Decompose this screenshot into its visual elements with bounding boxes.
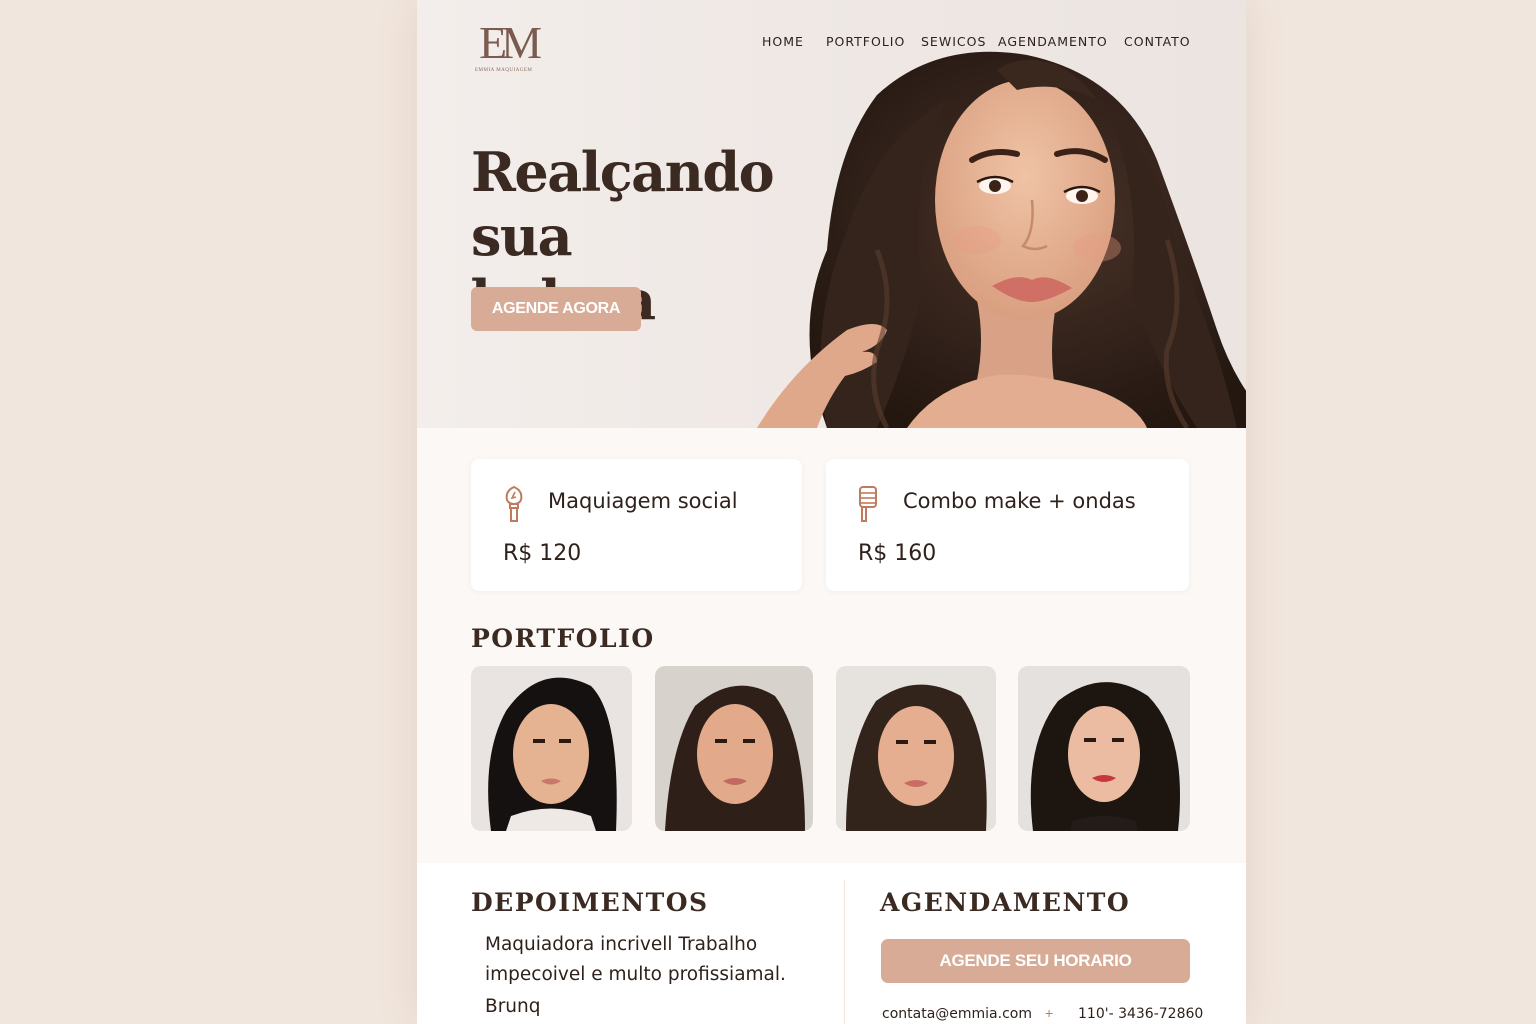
booking-title: AGENDAMENTO — [880, 888, 1131, 917]
nav-servicos[interactable]: SEWICOS — [921, 34, 986, 49]
portfolio-photo-2-image — [655, 666, 813, 831]
service-title: Maquiagem social — [548, 489, 738, 513]
hero-section: EM EMMIA MAQUIAGEM HOME PORTFOLIO SEWICO… — [417, 0, 1246, 428]
main-nav: HOME PORTFOLIO SEWICOS AGENDAMENTO CONTA… — [417, 34, 1246, 50]
portfolio-photo[interactable] — [471, 666, 632, 831]
hair-curler-icon — [859, 486, 877, 522]
portfolio-photo[interactable] — [836, 666, 996, 831]
contact-phone-link[interactable]: 110'- 3436-72860 — [1078, 1006, 1203, 1022]
service-title: Combo make + ondas — [903, 489, 1136, 513]
contact-email-link[interactable]: contata@emmia.com — [882, 1006, 1032, 1022]
portfolio-photo-1-image — [471, 666, 632, 831]
service-price: R$ 120 — [503, 541, 582, 566]
landing-page: EM EMMIA MAQUIAGEM HOME PORTFOLIO SEWICO… — [417, 0, 1246, 1024]
service-price: R$ 160 — [858, 541, 937, 566]
service-card-combo[interactable]: Combo make + ondas R$ 160 — [826, 459, 1189, 591]
nav-home[interactable]: HOME — [762, 34, 804, 49]
service-card-maquiagem[interactable]: Maquiagem social R$ 120 — [471, 459, 802, 591]
nav-portfolio[interactable]: PORTFOLIO — [826, 34, 905, 49]
makeup-brush-icon — [505, 485, 523, 522]
nav-contato[interactable]: CONTATO — [1124, 34, 1191, 49]
portfolio-photo-4-image — [1018, 666, 1190, 831]
testimonial-author: Brunq — [485, 996, 541, 1017]
portfolio-title: PORTFOLIO — [471, 624, 655, 653]
hero-cta-button[interactable]: AGENDE AGORA — [471, 287, 641, 331]
testimonials-title: DEPOIMENTOS — [471, 888, 709, 917]
schedule-button[interactable]: AGENDE SEU HORARIO — [881, 939, 1190, 983]
testimonial-quote: Maquiadora incrivell Trabalho impecoivel… — [485, 934, 786, 985]
nav-agendamento[interactable]: AGENDAMENTO — [998, 34, 1108, 49]
hero-title-line1: Realçando — [471, 140, 775, 204]
logo-subtext: EMMIA MAQUIAGEM — [475, 68, 533, 73]
section-divider — [844, 880, 845, 1024]
portfolio-photo[interactable] — [1018, 666, 1190, 831]
portfolio-photo[interactable] — [655, 666, 813, 831]
contact-separator: + — [1045, 1005, 1054, 1021]
portfolio-photo-3-image — [836, 666, 996, 831]
